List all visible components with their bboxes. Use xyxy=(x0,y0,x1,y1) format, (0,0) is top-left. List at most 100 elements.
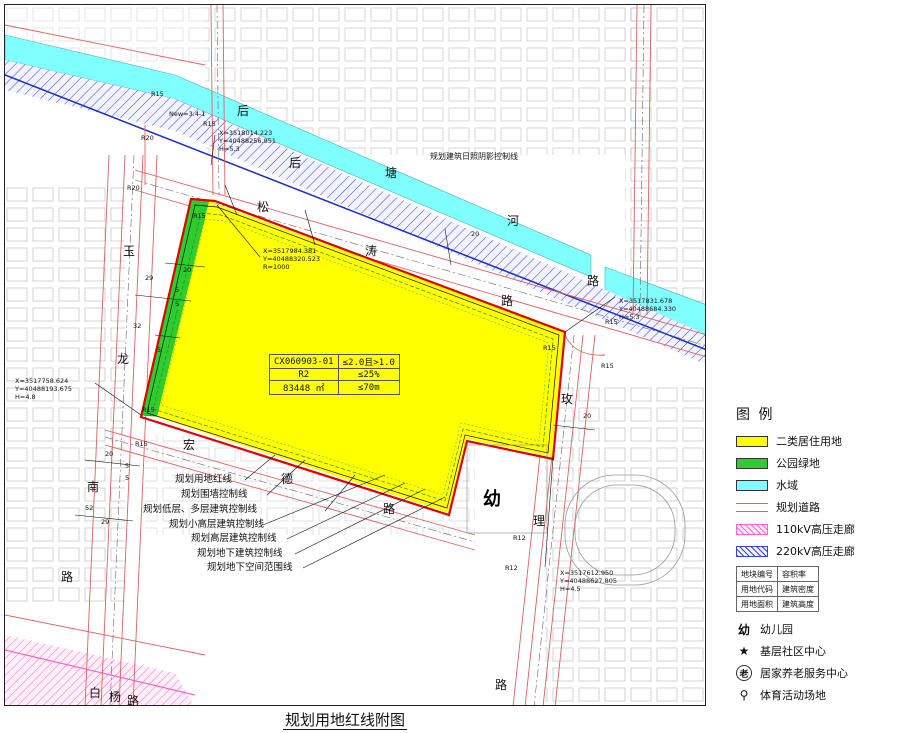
area-value: 83448 ㎡ xyxy=(269,380,339,395)
dim-label: 20 xyxy=(471,230,480,238)
radius-label: R15 xyxy=(151,90,164,98)
legend-symbol: 幼 幼儿园 xyxy=(736,618,904,640)
road-lu-baiyang: 路 xyxy=(127,694,140,706)
legend-label: 公园绿地 xyxy=(776,457,820,470)
legend-label: 110kV高压走廊 xyxy=(776,523,855,536)
sports-icon: ⚲ xyxy=(739,688,749,702)
legend-symbol-label: 基层社区中心 xyxy=(760,645,826,658)
legend-item: 规划道路 xyxy=(736,496,904,518)
legend-symbol: ★ 基层社区中心 xyxy=(736,640,904,662)
dim-label: 29 xyxy=(101,518,110,526)
legend-item: 二类居住用地 xyxy=(736,430,904,452)
dim-label: 5 xyxy=(125,474,130,482)
coord-2: X=3517984.381 Y=40488320.523 R=1000 xyxy=(263,247,320,271)
legend-label: 水域 xyxy=(776,479,798,492)
hv220-swatch xyxy=(736,545,768,557)
legend-symbol-label: 体育活动场地 xyxy=(760,689,826,702)
mini-cell: 用地代码 xyxy=(736,581,778,597)
coord-3: X=3517831.678 Y=40488684.330 H=5.3 xyxy=(619,297,676,321)
land-use-code: R2 xyxy=(269,368,339,381)
radius-label: R15 xyxy=(601,362,614,370)
leader-red-line: 规划用地红线 xyxy=(175,474,233,485)
legend-label: 二类居住用地 xyxy=(776,435,842,448)
legend-symbol-label: 居家养老服务中心 xyxy=(760,667,848,680)
road-lu-songtao: 路 xyxy=(501,294,514,308)
legend: 图 例 二类居住用地 公园绿地 水域 规划道路 110kV高压走廊 220kV高… xyxy=(736,404,904,706)
star-icon: ★ xyxy=(738,644,750,658)
parcel-code: CX060903-01 xyxy=(269,354,339,369)
road-yu: 玉 xyxy=(123,244,136,258)
road-nan: 南 xyxy=(87,480,100,494)
legend-symbol: 老 居家养老服务中心 xyxy=(736,662,904,684)
mini-cell: 用地面积 xyxy=(736,596,778,612)
radius-label: R15 xyxy=(543,344,556,352)
dim-label: 5 xyxy=(125,462,130,470)
coord-1: X=3518014.223 Y=40488256.951 H=5.3 xyxy=(219,129,276,153)
elderly-care-icon: 老 xyxy=(736,665,752,681)
road-yang: 杨 xyxy=(109,690,122,704)
dim-label: 20 xyxy=(105,450,114,458)
leader-low-rise-line: 规划低层、多层建筑控制线 xyxy=(143,504,258,515)
setback-note: 规划建筑日照阴影控制线 xyxy=(430,152,518,161)
legend-item: 公园绿地 xyxy=(736,452,904,474)
radius-label: R15 xyxy=(203,120,216,128)
road-hou-2: 后 xyxy=(289,156,302,170)
dim-label: 5 xyxy=(175,286,180,294)
radius-label: R20 xyxy=(127,184,140,192)
road-bai: 白 xyxy=(89,686,102,700)
radius-label: R15 xyxy=(193,212,206,220)
leader-underground-space-line: 规划地下空间范围线 xyxy=(207,562,293,573)
mini-cell: 建筑密度 xyxy=(777,581,819,597)
hv110-swatch xyxy=(736,523,768,535)
legend-label: 220kV高压走廊 xyxy=(776,545,855,558)
density-value: ≤25% xyxy=(337,368,400,381)
road-li: 理 xyxy=(533,514,546,528)
road-lu-hongde: 路 xyxy=(383,502,396,516)
radius-label: R12 xyxy=(505,564,518,572)
legend-item: 水域 xyxy=(736,474,904,496)
dim-label: 5 xyxy=(157,346,162,354)
legend-symbol: ⚲ 体育活动场地 xyxy=(736,684,904,706)
far-value: ≤2.0且>1.0 xyxy=(337,354,400,369)
road-mei: 玫 xyxy=(561,392,574,406)
legend-symbol-label: 幼儿园 xyxy=(760,623,793,636)
mini-cell: 地块编号 xyxy=(736,566,778,582)
mini-cell: 建筑高度 xyxy=(777,596,819,612)
map-caption: 规划用地红线附图 xyxy=(283,711,408,730)
road-lu-2: 路 xyxy=(587,274,600,288)
map-frame: 后 后 塘 河 松 涛 路 路 玉 龙 南 路 宏 德 路 玫 理 路 白 杨 … xyxy=(4,4,706,706)
dim-label: 20 xyxy=(183,266,192,274)
road-tao: 涛 xyxy=(365,244,378,258)
road-long: 龙 xyxy=(117,352,130,366)
leader-high-rise-line: 规划高层建筑控制线 xyxy=(191,533,277,544)
legend-label: 规划道路 xyxy=(776,501,820,514)
leader-wall-line: 规划围墙控制线 xyxy=(181,489,248,500)
radius-label: R12 xyxy=(513,534,526,542)
road-song: 松 xyxy=(257,200,270,214)
dim-label: 52 xyxy=(85,504,94,512)
road-swatch xyxy=(736,502,768,512)
radius-label: R15 xyxy=(605,318,618,326)
leader-mid-rise-line: 规划小高层建筑控制线 xyxy=(169,519,265,530)
road-hong: 宏 xyxy=(183,438,196,452)
kindergarten-icon: 幼 xyxy=(483,489,501,510)
legend-index-table: 地块编号 容积率 用地代码 建筑密度 用地面积 建筑高度 xyxy=(736,566,819,612)
coord-4: X=3517758.624 Y=40488193.675 H=4.8 xyxy=(15,377,72,401)
parcel-indicator-table: CX060903-01 ≤2.0且>1.0 R2 ≤25% 83448 ㎡ ≤70m xyxy=(269,354,400,395)
legend-item: 110kV高压走廊 xyxy=(736,518,904,540)
height-value: ≤70m xyxy=(337,380,400,395)
road-lu-bottom: 路 xyxy=(495,678,508,692)
road-de: 德 xyxy=(281,472,294,486)
road-he: 河 xyxy=(507,214,520,228)
coord-5: X=3517612.950 Y=40488627.805 H=4.5 xyxy=(560,569,617,593)
leader-underground-line: 规划地下建筑控制线 xyxy=(197,548,283,559)
dim-label: 20 xyxy=(583,412,592,420)
dim-label: 29 xyxy=(145,274,154,282)
road-tang: 塘 xyxy=(385,166,398,180)
radius-label: R15 xyxy=(135,440,148,448)
radius-label: R15 xyxy=(142,406,155,414)
road-hou-1: 后 xyxy=(237,104,250,118)
residential-swatch xyxy=(736,435,768,447)
road-lu-left: 路 xyxy=(61,570,74,584)
legend-item: 220kV高压走廊 xyxy=(736,540,904,562)
